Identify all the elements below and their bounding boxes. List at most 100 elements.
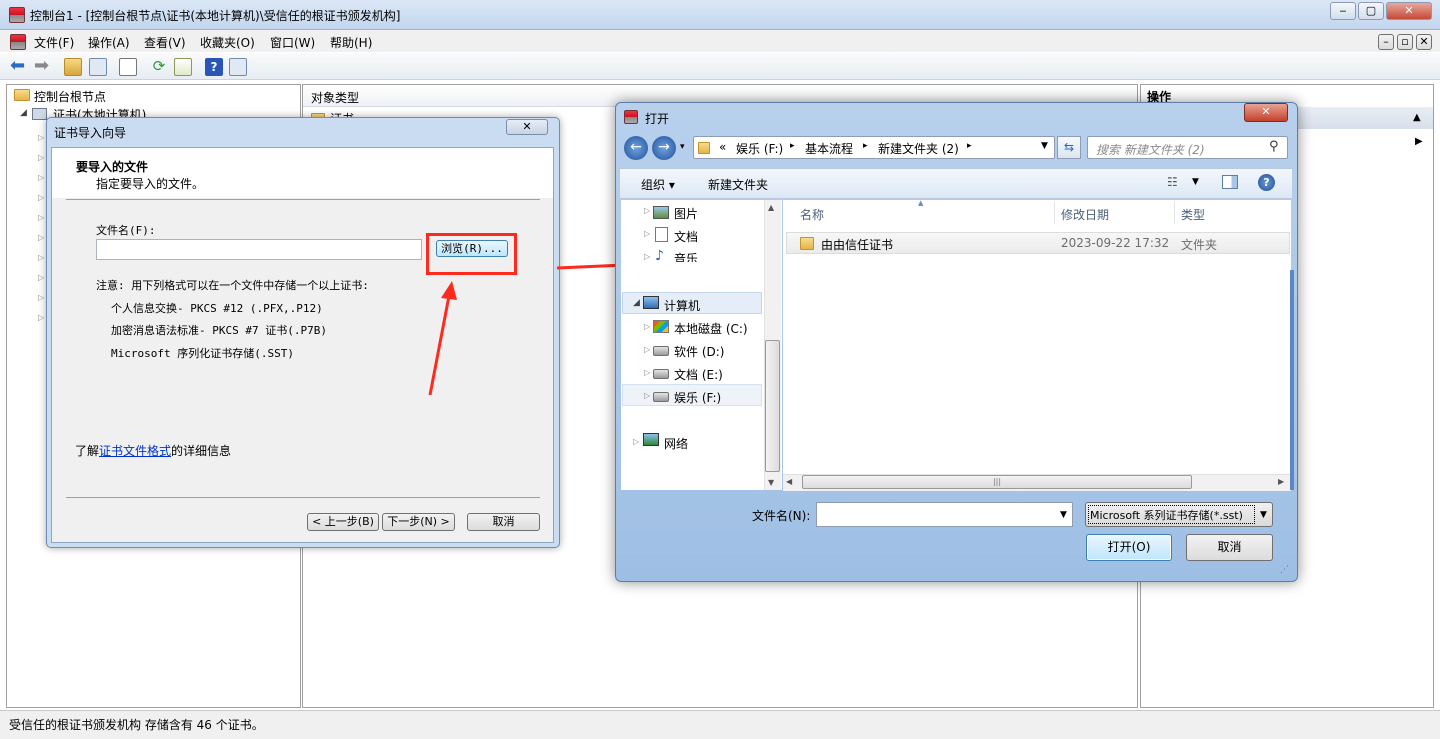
collapse-up-icon[interactable]: ▲ (1413, 112, 1421, 123)
nav-drive-f[interactable]: 娱乐 (F:) (674, 389, 721, 406)
new-folder-button[interactable]: 新建文件夹 (708, 176, 768, 193)
refresh-icon[interactable]: ⟳ (150, 58, 168, 76)
preview-pane-icon[interactable] (1222, 175, 1238, 189)
breadcrumb-basic-flow[interactable]: 基本流程 (805, 140, 853, 157)
chevron-right-icon[interactable]: ▸ (863, 141, 868, 151)
expand-arrow-icon[interactable]: ▷ (644, 322, 650, 331)
column-object-type[interactable]: 对象类型 (311, 89, 359, 106)
address-dropdown-icon[interactable]: ▼ (1041, 141, 1048, 151)
filename-dropdown-icon[interactable]: ▼ (1060, 510, 1067, 520)
chevron-right-icon[interactable]: ▸ (967, 141, 972, 151)
chevron-right-icon[interactable]: ▸ (790, 141, 795, 151)
forward-icon[interactable]: ➡ (34, 57, 52, 76)
breadcrumb-new-folder[interactable]: 新建文件夹 (2) (878, 140, 959, 157)
file-name-combobox[interactable] (816, 502, 1073, 527)
menu-action[interactable]: 操作(A) (88, 34, 130, 51)
drive-icon (653, 346, 669, 356)
expand-arrow-icon[interactable]: ▷ (644, 345, 650, 354)
tree-expand-icon[interactable]: ◢ (20, 108, 27, 118)
scroll-left-icon[interactable]: ◀ (786, 477, 792, 486)
browse-highlight-box (426, 233, 517, 275)
view-dropdown-icon[interactable]: ▼ (1192, 177, 1199, 187)
menu-help[interactable]: 帮助(H) (330, 34, 372, 51)
close-button[interactable]: ✕ (1386, 2, 1432, 20)
open-button[interactable]: 打开(O) (1086, 534, 1172, 561)
clipboard-icon[interactable] (119, 58, 137, 76)
open-cancel-button[interactable]: 取消 (1186, 534, 1273, 561)
organize-button[interactable]: 组织 ▾ (641, 176, 675, 193)
open-dialog-title: 打开 (645, 112, 670, 126)
file-date-cell: 2023-09-22 17:32 (1061, 236, 1170, 250)
recent-pages-icon[interactable]: ▾ (680, 142, 685, 152)
list-edge-scroll (1290, 270, 1294, 490)
root-folder-icon (14, 89, 30, 101)
window-title: 控制台1 - [控制台根节点\证书(本地计算机)\受信任的根证书颁发机构] (30, 9, 401, 23)
view-options-icon[interactable]: ☷ (1167, 175, 1178, 189)
expand-arrow-icon[interactable]: ▷ (644, 206, 650, 215)
nav-network[interactable]: 网络 (664, 435, 688, 452)
search-icon[interactable]: ⚲ (1269, 139, 1279, 154)
expand-arrow-icon[interactable]: ▷ (644, 252, 650, 261)
collapse-arrow-icon[interactable]: ◢ (633, 298, 640, 308)
show-tree-icon[interactable] (89, 58, 107, 76)
column-type[interactable]: 类型 (1181, 206, 1205, 223)
help-icon[interactable]: ? (205, 58, 223, 76)
show-action-pane-icon[interactable] (229, 58, 247, 76)
nav-scroll-thumb[interactable] (765, 340, 780, 472)
hscroll-thumb[interactable]: ||| (802, 475, 1192, 489)
expand-arrow-icon[interactable]: ▷ (644, 368, 650, 377)
breadcrumb-overflow[interactable]: « (719, 140, 726, 154)
refresh-address-icon[interactable]: ⇆ (1057, 136, 1081, 159)
menu-file[interactable]: 文件(F) (34, 34, 74, 51)
file-name-label: 文件名(F): (96, 224, 156, 237)
nav-drive-d[interactable]: 软件 (D:) (674, 343, 724, 360)
file-type-dropdown-icon[interactable]: ▼ (1260, 510, 1267, 520)
nav-forward-icon[interactable]: → (652, 136, 676, 160)
expand-arrow-icon[interactable]: ▷ (644, 391, 650, 400)
nav-drive-e[interactable]: 文档 (E:) (674, 366, 723, 383)
wizard-heading: 要导入的文件 (76, 160, 149, 174)
menu-app-icon[interactable] (10, 34, 26, 50)
menu-window[interactable]: 窗口(W) (270, 34, 315, 51)
learn-prefix: 了解 (75, 444, 100, 458)
nav-documents[interactable]: 文档 (674, 228, 698, 245)
nav-pictures[interactable]: 图片 (674, 205, 698, 222)
file-name-input[interactable] (96, 239, 422, 260)
breadcrumb-drive-f[interactable]: 娱乐 (F:) (736, 140, 783, 157)
wizard-close-button[interactable]: ✕ (506, 119, 548, 135)
child-restore-button[interactable]: ▫ (1397, 34, 1413, 50)
back-icon[interactable]: ⬅ (10, 57, 28, 76)
back-button[interactable]: < 上一步(B) (307, 513, 379, 531)
cert-format-link[interactable]: 证书文件格式 (99, 444, 171, 458)
open-dialog-close-button[interactable]: ✕ (1244, 103, 1288, 122)
nav-computer[interactable]: 计算机 (664, 297, 700, 314)
music-icon: ♪ (655, 248, 664, 264)
child-close-button[interactable]: ✕ (1416, 34, 1432, 50)
dialog-help-icon[interactable]: ? (1258, 174, 1275, 191)
status-text: 受信任的根证书颁发机构 存储含有 46 个证书。 (9, 718, 264, 732)
next-button[interactable]: 下一步(N) > (382, 513, 455, 531)
up-folder-icon[interactable] (64, 58, 82, 76)
menu-favorites[interactable]: 收藏夹(O) (200, 34, 255, 51)
file-name-cell[interactable]: 由由信任证书 (821, 236, 893, 253)
child-minimize-button[interactable]: – (1378, 34, 1394, 50)
expand-arrow-icon[interactable]: ▷ (644, 229, 650, 238)
export-list-icon[interactable] (174, 58, 192, 76)
maximize-button[interactable]: ▢ (1358, 2, 1384, 20)
open-dialog-icon (624, 110, 638, 124)
column-name[interactable]: 名称 (800, 206, 824, 223)
scroll-down-icon[interactable]: ▼ (768, 478, 774, 487)
tree-root[interactable]: 控制台根节点 (34, 88, 106, 105)
expand-arrow-icon[interactable]: ▷ (633, 437, 639, 446)
nav-drive-c[interactable]: 本地磁盘 (C:) (674, 320, 748, 337)
wizard-cancel-button[interactable]: 取消 (467, 513, 540, 531)
nav-music[interactable]: 音乐 (674, 250, 698, 262)
minimize-button[interactable]: ‒ (1330, 2, 1356, 20)
nav-back-icon[interactable]: ← (624, 136, 648, 160)
menu-view[interactable]: 查看(V) (144, 34, 186, 51)
scroll-up-icon[interactable]: ▲ (768, 203, 774, 212)
scroll-right-icon[interactable]: ▶ (1278, 477, 1284, 486)
resize-grip-icon[interactable]: ⋰ (1280, 565, 1289, 575)
more-actions-arrow-icon[interactable]: ▶ (1415, 136, 1423, 147)
column-date-modified[interactable]: 修改日期 (1061, 206, 1109, 223)
